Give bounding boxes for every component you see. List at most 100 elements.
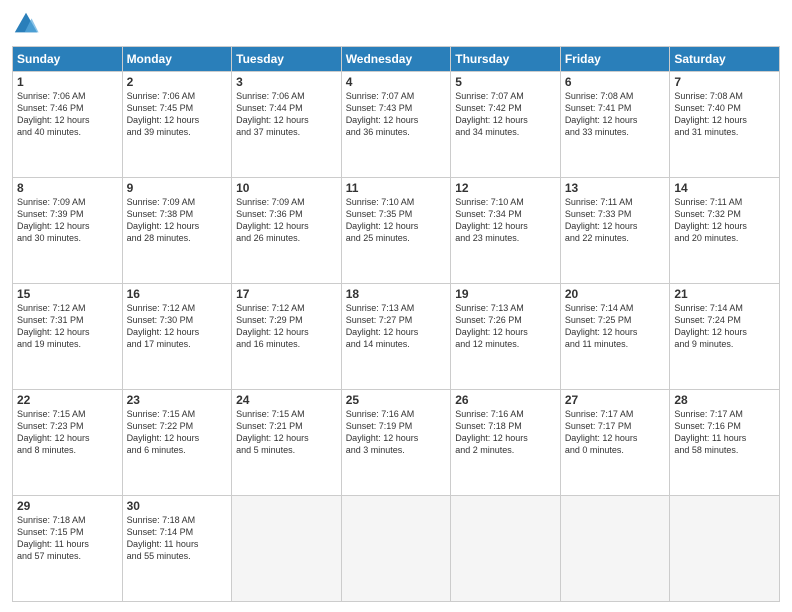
calendar-cell: 22Sunrise: 7:15 AM Sunset: 7:23 PM Dayli… [13, 390, 123, 496]
day-number: 20 [565, 287, 666, 301]
day-info: Sunrise: 7:09 AM Sunset: 7:36 PM Dayligh… [236, 196, 337, 245]
calendar-header-row: SundayMondayTuesdayWednesdayThursdayFrid… [13, 47, 780, 72]
day-info: Sunrise: 7:07 AM Sunset: 7:42 PM Dayligh… [455, 90, 556, 139]
calendar-cell: 16Sunrise: 7:12 AM Sunset: 7:30 PM Dayli… [122, 284, 232, 390]
day-number: 21 [674, 287, 775, 301]
day-number: 26 [455, 393, 556, 407]
day-info: Sunrise: 7:15 AM Sunset: 7:23 PM Dayligh… [17, 408, 118, 457]
calendar-cell [232, 496, 342, 602]
calendar-header-wednesday: Wednesday [341, 47, 451, 72]
day-info: Sunrise: 7:12 AM Sunset: 7:30 PM Dayligh… [127, 302, 228, 351]
day-info: Sunrise: 7:09 AM Sunset: 7:39 PM Dayligh… [17, 196, 118, 245]
logo [12, 10, 44, 38]
calendar-week-4: 22Sunrise: 7:15 AM Sunset: 7:23 PM Dayli… [13, 390, 780, 496]
calendar-header-sunday: Sunday [13, 47, 123, 72]
day-info: Sunrise: 7:10 AM Sunset: 7:34 PM Dayligh… [455, 196, 556, 245]
calendar-cell: 21Sunrise: 7:14 AM Sunset: 7:24 PM Dayli… [670, 284, 780, 390]
calendar-cell: 25Sunrise: 7:16 AM Sunset: 7:19 PM Dayli… [341, 390, 451, 496]
day-number: 14 [674, 181, 775, 195]
day-number: 19 [455, 287, 556, 301]
calendar-cell: 4Sunrise: 7:07 AM Sunset: 7:43 PM Daylig… [341, 72, 451, 178]
calendar-cell: 11Sunrise: 7:10 AM Sunset: 7:35 PM Dayli… [341, 178, 451, 284]
calendar-cell: 13Sunrise: 7:11 AM Sunset: 7:33 PM Dayli… [560, 178, 670, 284]
day-info: Sunrise: 7:10 AM Sunset: 7:35 PM Dayligh… [346, 196, 447, 245]
calendar-week-3: 15Sunrise: 7:12 AM Sunset: 7:31 PM Dayli… [13, 284, 780, 390]
day-number: 11 [346, 181, 447, 195]
calendar-cell [341, 496, 451, 602]
calendar-cell: 6Sunrise: 7:08 AM Sunset: 7:41 PM Daylig… [560, 72, 670, 178]
day-info: Sunrise: 7:15 AM Sunset: 7:21 PM Dayligh… [236, 408, 337, 457]
calendar-cell: 19Sunrise: 7:13 AM Sunset: 7:26 PM Dayli… [451, 284, 561, 390]
day-number: 9 [127, 181, 228, 195]
day-info: Sunrise: 7:08 AM Sunset: 7:40 PM Dayligh… [674, 90, 775, 139]
calendar-cell: 30Sunrise: 7:18 AM Sunset: 7:14 PM Dayli… [122, 496, 232, 602]
calendar-cell: 8Sunrise: 7:09 AM Sunset: 7:39 PM Daylig… [13, 178, 123, 284]
day-number: 13 [565, 181, 666, 195]
day-info: Sunrise: 7:13 AM Sunset: 7:27 PM Dayligh… [346, 302, 447, 351]
day-info: Sunrise: 7:11 AM Sunset: 7:33 PM Dayligh… [565, 196, 666, 245]
calendar-cell: 2Sunrise: 7:06 AM Sunset: 7:45 PM Daylig… [122, 72, 232, 178]
calendar-week-2: 8Sunrise: 7:09 AM Sunset: 7:39 PM Daylig… [13, 178, 780, 284]
day-number: 24 [236, 393, 337, 407]
calendar-cell: 17Sunrise: 7:12 AM Sunset: 7:29 PM Dayli… [232, 284, 342, 390]
day-number: 8 [17, 181, 118, 195]
calendar-header-friday: Friday [560, 47, 670, 72]
day-number: 28 [674, 393, 775, 407]
day-info: Sunrise: 7:07 AM Sunset: 7:43 PM Dayligh… [346, 90, 447, 139]
calendar-cell: 15Sunrise: 7:12 AM Sunset: 7:31 PM Dayli… [13, 284, 123, 390]
calendar-cell: 18Sunrise: 7:13 AM Sunset: 7:27 PM Dayli… [341, 284, 451, 390]
calendar-cell [670, 496, 780, 602]
day-info: Sunrise: 7:15 AM Sunset: 7:22 PM Dayligh… [127, 408, 228, 457]
day-info: Sunrise: 7:14 AM Sunset: 7:25 PM Dayligh… [565, 302, 666, 351]
day-number: 27 [565, 393, 666, 407]
day-number: 15 [17, 287, 118, 301]
day-info: Sunrise: 7:09 AM Sunset: 7:38 PM Dayligh… [127, 196, 228, 245]
day-info: Sunrise: 7:11 AM Sunset: 7:32 PM Dayligh… [674, 196, 775, 245]
day-number: 10 [236, 181, 337, 195]
day-number: 18 [346, 287, 447, 301]
day-info: Sunrise: 7:17 AM Sunset: 7:16 PM Dayligh… [674, 408, 775, 457]
calendar-cell: 10Sunrise: 7:09 AM Sunset: 7:36 PM Dayli… [232, 178, 342, 284]
day-info: Sunrise: 7:18 AM Sunset: 7:15 PM Dayligh… [17, 514, 118, 563]
day-number: 6 [565, 75, 666, 89]
calendar-week-1: 1Sunrise: 7:06 AM Sunset: 7:46 PM Daylig… [13, 72, 780, 178]
calendar-cell: 12Sunrise: 7:10 AM Sunset: 7:34 PM Dayli… [451, 178, 561, 284]
day-number: 25 [346, 393, 447, 407]
day-info: Sunrise: 7:06 AM Sunset: 7:44 PM Dayligh… [236, 90, 337, 139]
calendar-cell: 7Sunrise: 7:08 AM Sunset: 7:40 PM Daylig… [670, 72, 780, 178]
day-number: 23 [127, 393, 228, 407]
calendar-table: SundayMondayTuesdayWednesdayThursdayFrid… [12, 46, 780, 602]
calendar-cell [560, 496, 670, 602]
calendar-cell: 20Sunrise: 7:14 AM Sunset: 7:25 PM Dayli… [560, 284, 670, 390]
calendar-cell: 3Sunrise: 7:06 AM Sunset: 7:44 PM Daylig… [232, 72, 342, 178]
day-info: Sunrise: 7:16 AM Sunset: 7:19 PM Dayligh… [346, 408, 447, 457]
calendar-header-monday: Monday [122, 47, 232, 72]
day-info: Sunrise: 7:16 AM Sunset: 7:18 PM Dayligh… [455, 408, 556, 457]
logo-icon [12, 10, 40, 38]
calendar-cell: 14Sunrise: 7:11 AM Sunset: 7:32 PM Dayli… [670, 178, 780, 284]
calendar-header-saturday: Saturday [670, 47, 780, 72]
day-info: Sunrise: 7:06 AM Sunset: 7:46 PM Dayligh… [17, 90, 118, 139]
day-number: 2 [127, 75, 228, 89]
day-number: 7 [674, 75, 775, 89]
day-info: Sunrise: 7:06 AM Sunset: 7:45 PM Dayligh… [127, 90, 228, 139]
calendar-cell: 1Sunrise: 7:06 AM Sunset: 7:46 PM Daylig… [13, 72, 123, 178]
day-info: Sunrise: 7:12 AM Sunset: 7:31 PM Dayligh… [17, 302, 118, 351]
day-info: Sunrise: 7:12 AM Sunset: 7:29 PM Dayligh… [236, 302, 337, 351]
calendar-cell: 24Sunrise: 7:15 AM Sunset: 7:21 PM Dayli… [232, 390, 342, 496]
calendar-header-tuesday: Tuesday [232, 47, 342, 72]
calendar-week-5: 29Sunrise: 7:18 AM Sunset: 7:15 PM Dayli… [13, 496, 780, 602]
day-number: 3 [236, 75, 337, 89]
day-info: Sunrise: 7:08 AM Sunset: 7:41 PM Dayligh… [565, 90, 666, 139]
day-number: 4 [346, 75, 447, 89]
calendar-cell [451, 496, 561, 602]
day-number: 22 [17, 393, 118, 407]
calendar-cell: 27Sunrise: 7:17 AM Sunset: 7:17 PM Dayli… [560, 390, 670, 496]
day-number: 29 [17, 499, 118, 513]
calendar-cell: 23Sunrise: 7:15 AM Sunset: 7:22 PM Dayli… [122, 390, 232, 496]
calendar-header-thursday: Thursday [451, 47, 561, 72]
calendar-cell: 29Sunrise: 7:18 AM Sunset: 7:15 PM Dayli… [13, 496, 123, 602]
day-number: 12 [455, 181, 556, 195]
day-number: 1 [17, 75, 118, 89]
header [12, 10, 780, 38]
